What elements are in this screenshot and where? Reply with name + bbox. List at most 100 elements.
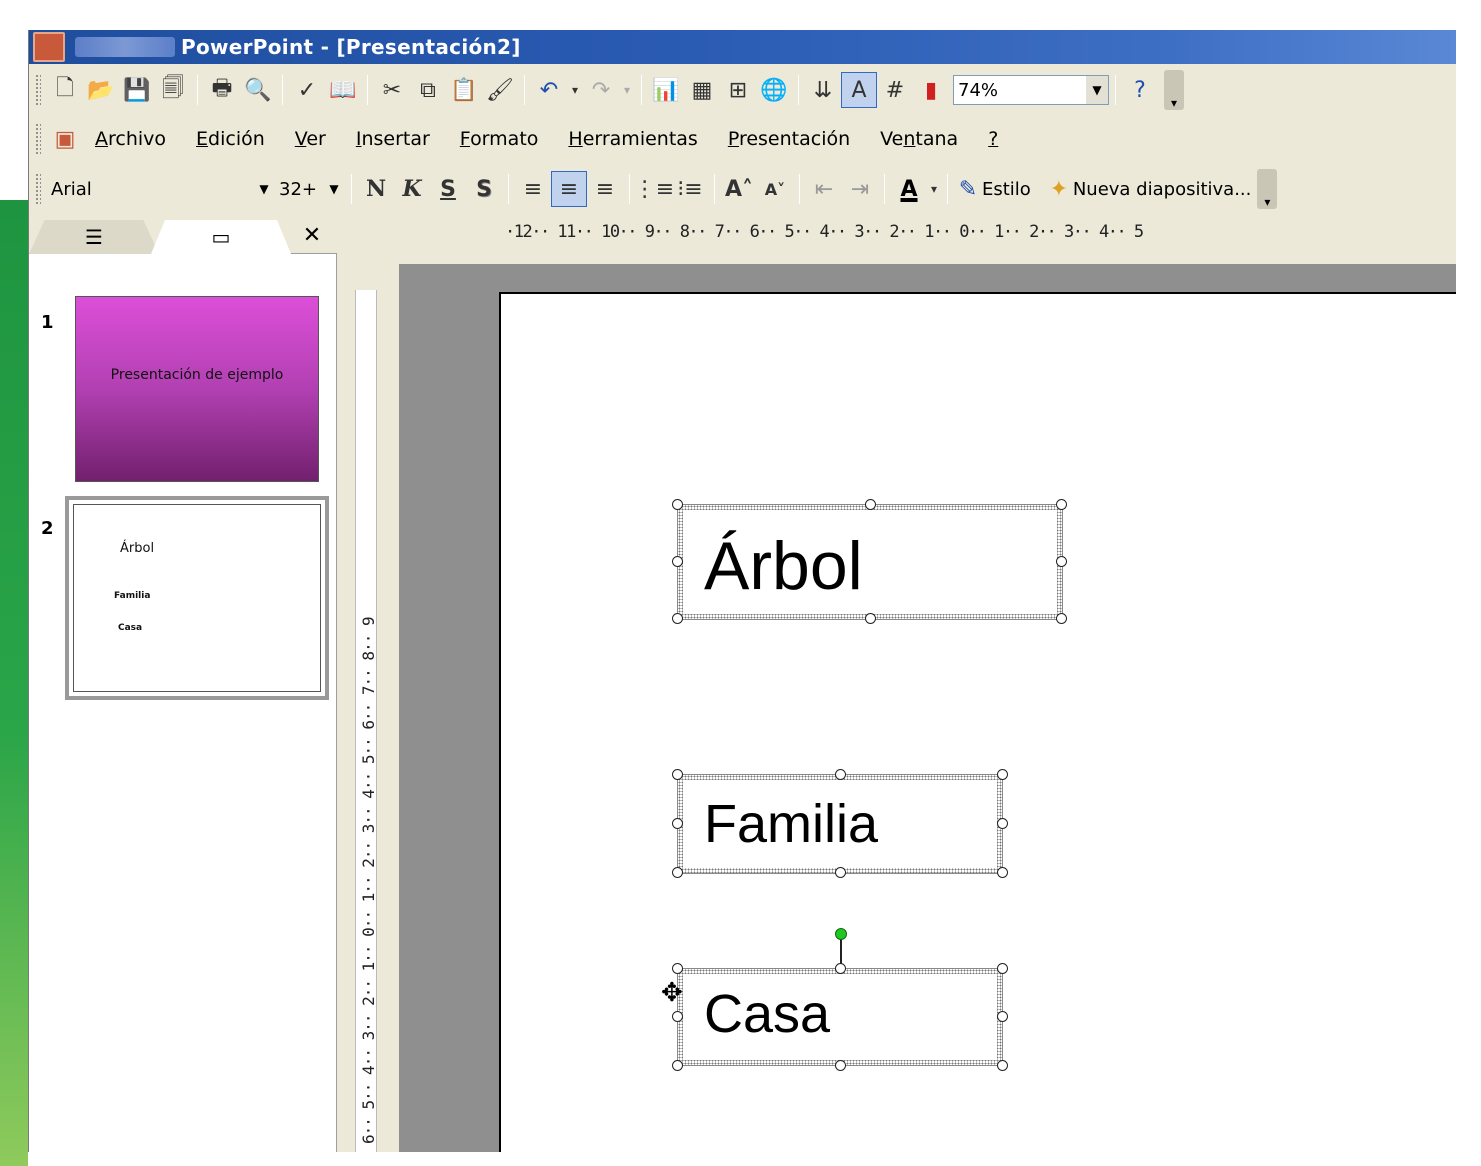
resize-handle[interactable]: [997, 818, 1008, 829]
menu-presentacion[interactable]: Presentación: [728, 128, 850, 150]
resize-handle[interactable]: [997, 1011, 1008, 1022]
color-grayscale-icon[interactable]: ▮: [913, 72, 949, 108]
insert-table-icon[interactable]: ▦: [684, 72, 720, 108]
resize-handle[interactable]: [672, 556, 683, 567]
decrease-indent-icon[interactable]: ⇤: [806, 171, 842, 207]
font-combo[interactable]: Arial ▼: [47, 174, 275, 204]
tab-slides[interactable]: ▭: [151, 220, 291, 254]
hyperlink-icon[interactable]: 🌐: [756, 72, 792, 108]
increase-font-icon[interactable]: A˄: [721, 171, 757, 207]
font-size-combo[interactable]: 32+ ▼: [275, 174, 345, 204]
resize-handle[interactable]: [1056, 613, 1067, 624]
chevron-down-icon[interactable]: ▼: [323, 175, 345, 203]
resize-handle[interactable]: [672, 1011, 683, 1022]
zoom-combo[interactable]: 74% ▼: [953, 75, 1109, 105]
toolbar-grip[interactable]: [35, 123, 41, 155]
permission-icon[interactable]: 🗐: [155, 72, 191, 108]
toolbar-grip[interactable]: [35, 173, 41, 205]
chevron-down-icon[interactable]: ▼: [253, 175, 275, 203]
shadow-button[interactable]: S: [466, 171, 502, 207]
show-formatting-icon[interactable]: A: [841, 72, 877, 108]
title-bar[interactable]: PowerPoint - [Presentación2]: [29, 30, 1456, 64]
paste-icon[interactable]: 📋: [446, 72, 482, 108]
undo-icon[interactable]: ↶: [531, 72, 567, 108]
format-painter-icon[interactable]: 🖌: [482, 72, 518, 108]
menu-help[interactable]: ?: [988, 128, 998, 150]
insert-chart-icon[interactable]: 📊: [648, 72, 684, 108]
research-icon[interactable]: 📖: [325, 72, 361, 108]
align-left-icon[interactable]: ≡: [515, 171, 551, 207]
style-button[interactable]: Estilo: [982, 179, 1031, 200]
decrease-font-icon[interactable]: A˅: [757, 171, 793, 207]
numbered-list-icon[interactable]: ⋮≡: [634, 171, 674, 207]
resize-handle[interactable]: [1056, 556, 1067, 567]
textbox-text[interactable]: Casa: [704, 983, 830, 1045]
copy-icon[interactable]: ⧉: [410, 72, 446, 108]
resize-handle[interactable]: [997, 769, 1008, 780]
new-icon[interactable]: 🗋: [47, 72, 83, 108]
horizontal-ruler[interactable]: ·12·· 11·· 10·· 9·· 8·· 7·· 6·· 5·· 4·· …: [339, 216, 1456, 254]
print-icon[interactable]: 🖶: [204, 72, 240, 108]
resize-handle[interactable]: [835, 769, 846, 780]
powerpoint-app-icon[interactable]: [33, 32, 65, 62]
bold-button[interactable]: N: [358, 171, 394, 207]
rotation-handle[interactable]: [835, 928, 847, 940]
menu-archivo[interactable]: Archivo: [95, 128, 166, 150]
resize-handle[interactable]: [672, 769, 683, 780]
new-slide-button[interactable]: Nueva diapositiva...: [1073, 179, 1252, 200]
resize-handle[interactable]: [1056, 499, 1067, 510]
help-icon[interactable]: ?: [1122, 72, 1158, 108]
vertical-ruler[interactable]: 6·· 5·· 4·· 3·· 2·· 1·· 0·· 1·· 2·· 3·· …: [339, 254, 399, 1152]
tab-outline[interactable]: ☰: [29, 220, 159, 254]
close-icon[interactable]: ✕: [297, 220, 327, 250]
expand-icon[interactable]: ⇊: [805, 72, 841, 108]
resize-handle[interactable]: [997, 1060, 1008, 1071]
textbox-arbol[interactable]: Árbol: [677, 504, 1063, 620]
font-color-dropdown-icon[interactable]: ▾: [927, 171, 941, 207]
italic-button[interactable]: K: [394, 171, 430, 207]
resize-handle[interactable]: [672, 1060, 683, 1071]
underline-button[interactable]: S: [430, 171, 466, 207]
resize-handle[interactable]: [835, 1060, 846, 1071]
spelling-icon[interactable]: ✓: [289, 72, 325, 108]
redo-dropdown-icon[interactable]: ▾: [619, 72, 635, 108]
resize-handle[interactable]: [672, 963, 683, 974]
print-preview-icon[interactable]: 🔍: [240, 72, 276, 108]
toolbar-options-icon[interactable]: ▾: [1164, 70, 1184, 110]
new-slide-icon[interactable]: ✦: [1045, 171, 1073, 207]
cut-icon[interactable]: ✂: [374, 72, 410, 108]
bulleted-list-icon[interactable]: ⁝≡: [672, 171, 708, 207]
font-color-icon[interactable]: A: [891, 171, 927, 207]
resize-handle[interactable]: [865, 499, 876, 510]
current-slide[interactable]: Árbol Familia Casa ✥: [499, 292, 1456, 1152]
menu-herramientas[interactable]: Herramientas: [568, 128, 697, 150]
resize-handle[interactable]: [835, 867, 846, 878]
increase-indent-icon[interactable]: ⇥: [842, 171, 878, 207]
textbox-text[interactable]: Familia: [704, 793, 878, 855]
resize-handle[interactable]: [835, 963, 846, 974]
tables-borders-icon[interactable]: ⊞: [720, 72, 756, 108]
menu-formato[interactable]: Formato: [460, 128, 539, 150]
resize-handle[interactable]: [672, 613, 683, 624]
textbox-text[interactable]: Árbol: [704, 527, 863, 605]
chevron-down-icon[interactable]: ▼: [1086, 76, 1108, 104]
textbox-familia[interactable]: Familia: [677, 774, 1003, 874]
menu-ver[interactable]: Ver: [295, 128, 326, 150]
menu-edicion[interactable]: Edición: [196, 128, 265, 150]
undo-dropdown-icon[interactable]: ▾: [567, 72, 583, 108]
grid-icon[interactable]: #: [877, 72, 913, 108]
toolbar-grip[interactable]: [35, 74, 41, 106]
toolbar-options-icon[interactable]: ▾: [1257, 169, 1278, 209]
resize-handle[interactable]: [672, 499, 683, 510]
slide-thumbnail-1[interactable]: Presentación de ejemplo: [75, 296, 319, 482]
textbox-casa[interactable]: Casa: [677, 968, 1003, 1066]
slide-thumbnail-2[interactable]: Árbol Familia Casa: [65, 496, 329, 700]
menu-insertar[interactable]: Insertar: [356, 128, 430, 150]
align-right-icon[interactable]: ≡: [587, 171, 623, 207]
resize-handle[interactable]: [997, 867, 1008, 878]
save-icon[interactable]: 💾: [119, 72, 155, 108]
menu-ventana[interactable]: Ventana: [880, 128, 958, 150]
open-icon[interactable]: 📂: [83, 72, 119, 108]
resize-handle[interactable]: [672, 818, 683, 829]
style-icon[interactable]: ✎: [954, 171, 982, 207]
